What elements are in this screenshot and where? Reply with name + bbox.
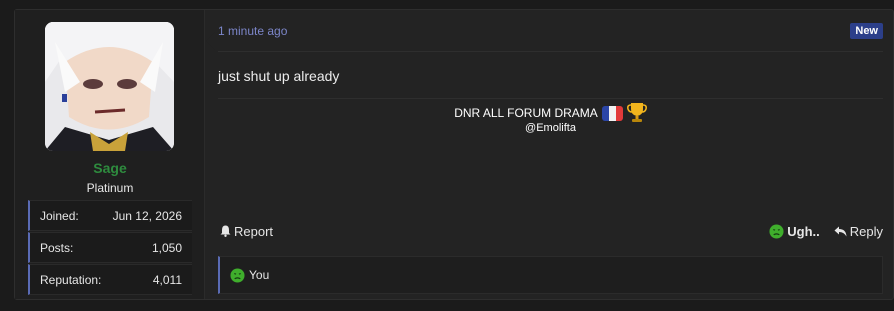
signature-line-1: DNR ALL FORUM DRAMA [454,102,647,124]
reactions-bar[interactable]: You [218,256,883,294]
new-badge: New [850,22,883,39]
username[interactable]: Sage [15,160,205,176]
trophy-icon [626,102,647,124]
signature-line-2: @Emolifta [525,122,576,134]
stat-label: Joined: [40,208,79,223]
reply-button[interactable]: Reply [834,224,883,239]
post-header: 1 minute ago New [218,10,883,52]
stat-joined: Joined: Jun 12, 2026 [28,200,192,231]
sick-face-icon [769,223,784,239]
post-timestamp[interactable]: 1 minute ago [218,24,287,38]
signature-text: DNR ALL FORUM DRAMA [454,106,598,120]
post-actions-right: Ugh.. Reply [769,224,883,239]
reactions-summary[interactable]: You [249,268,269,282]
stat-label: Reputation: [40,272,102,287]
post-message: just shut up already [218,68,340,84]
report-button[interactable]: Report [220,224,273,239]
signature-divider [218,98,883,99]
stat-label: Posts: [40,240,74,255]
react-button[interactable]: Ugh.. [769,224,820,239]
avatar-image [45,22,174,151]
report-label: Report [234,223,274,239]
stat-value: 1,050 [151,240,182,255]
post-actions: Report Ugh.. Reply [220,220,883,242]
avatar[interactable] [45,22,174,151]
reply-icon [834,226,847,236]
stat-posts: Posts: 1,050 [28,232,192,263]
sick-face-icon [230,267,245,283]
user-info-panel: Sage Platinum Joined: Jun 12, 2026 Posts… [15,10,205,299]
reply-label: Reply [849,223,883,239]
france-flag-icon [601,105,623,121]
post-container: Sage Platinum Joined: Jun 12, 2026 Posts… [14,9,894,300]
user-title: Platinum [86,181,134,195]
user-stats: Joined: Jun 12, 2026 Posts: 1,050 Reputa… [28,200,192,296]
bell-icon [220,225,231,237]
stat-reputation: Reputation: 4,011 [28,264,192,295]
signature: DNR ALL FORUM DRAMA @Emolifta [218,102,883,134]
stat-value: Jun 12, 2026 [112,208,182,223]
react-label: Ugh.. [787,223,820,239]
post-main: 1 minute ago New just shut up already DN… [206,10,893,299]
stat-value: 4,011 [152,272,182,287]
